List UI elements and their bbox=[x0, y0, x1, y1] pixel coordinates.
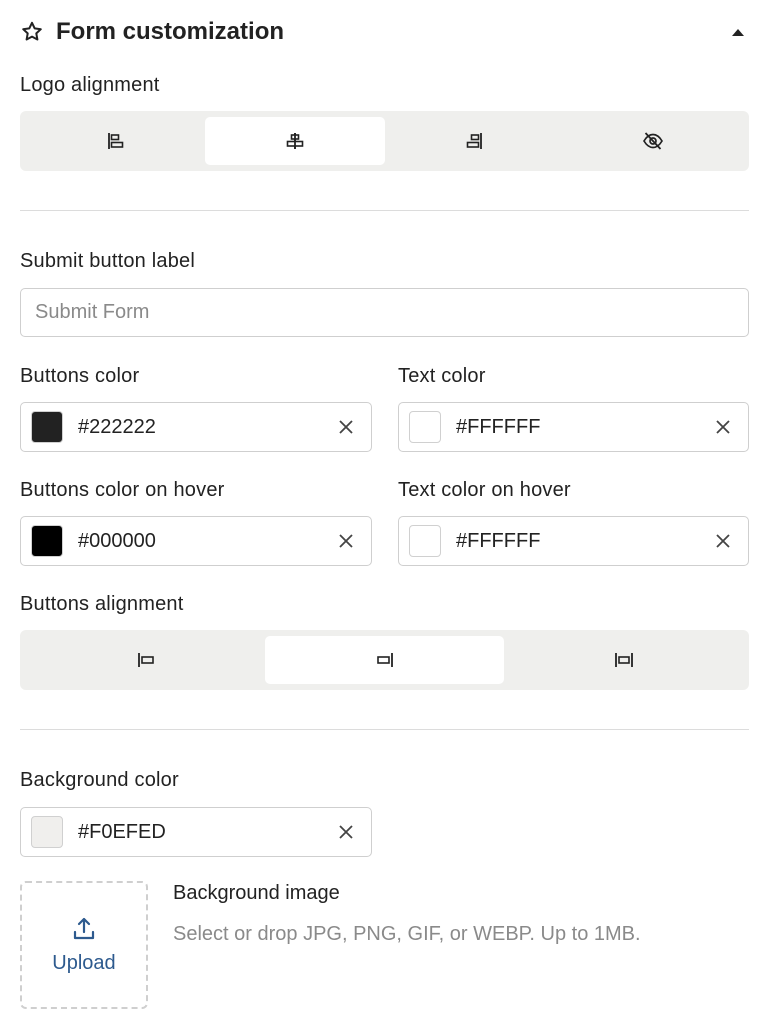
align-center-icon bbox=[286, 133, 304, 149]
form-customization-panel: Form customization Logo alignment Submit… bbox=[0, 0, 775, 1024]
buttons-color-swatch[interactable] bbox=[31, 411, 63, 443]
clear-icon[interactable] bbox=[714, 418, 732, 436]
align-left-icon bbox=[107, 133, 123, 149]
logo-align-center-option[interactable] bbox=[205, 117, 385, 165]
logo-alignment-control bbox=[20, 111, 749, 171]
logo-align-right-option[interactable] bbox=[385, 117, 564, 165]
buttons-color-hover-value[interactable]: #000000 bbox=[78, 530, 337, 553]
align-right-icon bbox=[466, 133, 483, 149]
background-image-title: Background image bbox=[173, 882, 340, 904]
section-divider bbox=[20, 210, 749, 211]
text-color-swatch[interactable] bbox=[409, 411, 441, 443]
clear-icon[interactable] bbox=[714, 532, 732, 550]
upload-icon bbox=[73, 917, 95, 939]
background-color-value[interactable]: #F0EFED bbox=[78, 821, 337, 844]
background-color-swatch[interactable] bbox=[31, 816, 63, 848]
text-color-field[interactable]: #FFFFFF bbox=[398, 402, 749, 452]
text-color-hover-label: Text color on hover bbox=[398, 479, 571, 501]
buttons-align-left-option[interactable] bbox=[26, 636, 265, 684]
buttons-color-field[interactable]: #222222 bbox=[20, 402, 372, 452]
background-image-hint: Select or drop JPG, PNG, GIF, or WEBP. U… bbox=[173, 923, 641, 945]
buttons-color-hover-swatch[interactable] bbox=[31, 525, 63, 557]
text-color-label: Text color bbox=[398, 365, 486, 387]
upload-dropzone[interactable]: Upload bbox=[20, 881, 148, 1009]
text-color-hover-swatch[interactable] bbox=[409, 525, 441, 557]
eye-off-icon bbox=[643, 132, 664, 150]
button-align-right-icon bbox=[376, 653, 393, 667]
background-color-label: Background color bbox=[20, 769, 179, 791]
upload-button-label[interactable]: Upload bbox=[52, 952, 115, 975]
buttons-full-width-option[interactable] bbox=[504, 636, 743, 684]
buttons-alignment-control bbox=[20, 630, 749, 690]
text-color-hover-value[interactable]: #FFFFFF bbox=[456, 530, 714, 553]
background-color-field[interactable]: #F0EFED bbox=[20, 807, 372, 857]
buttons-color-value[interactable]: #222222 bbox=[78, 416, 337, 439]
buttons-color-label: Buttons color bbox=[20, 365, 140, 387]
buttons-alignment-label: Buttons alignment bbox=[20, 593, 184, 615]
logo-alignment-label: Logo alignment bbox=[20, 74, 160, 96]
submit-button-label-label: Submit button label bbox=[20, 250, 196, 272]
clear-icon[interactable] bbox=[337, 418, 355, 436]
logo-align-left-option[interactable] bbox=[26, 117, 205, 165]
buttons-align-right-option[interactable] bbox=[265, 636, 504, 684]
clear-icon[interactable] bbox=[337, 823, 355, 841]
text-color-value[interactable]: #FFFFFF bbox=[456, 416, 714, 439]
clear-icon[interactable] bbox=[337, 532, 355, 550]
section-divider bbox=[20, 729, 749, 730]
caret-up-icon[interactable] bbox=[730, 26, 746, 38]
buttons-color-hover-label: Buttons color on hover bbox=[20, 479, 225, 501]
buttons-color-hover-field[interactable]: #000000 bbox=[20, 516, 372, 566]
button-align-left-icon bbox=[137, 653, 154, 667]
star-outline-icon[interactable] bbox=[20, 20, 44, 44]
logo-hidden-option[interactable] bbox=[564, 117, 743, 165]
section-title: Form customization bbox=[56, 18, 285, 45]
submit-button-label-input[interactable] bbox=[20, 288, 749, 337]
text-color-hover-field[interactable]: #FFFFFF bbox=[398, 516, 749, 566]
button-full-width-icon bbox=[614, 653, 633, 667]
